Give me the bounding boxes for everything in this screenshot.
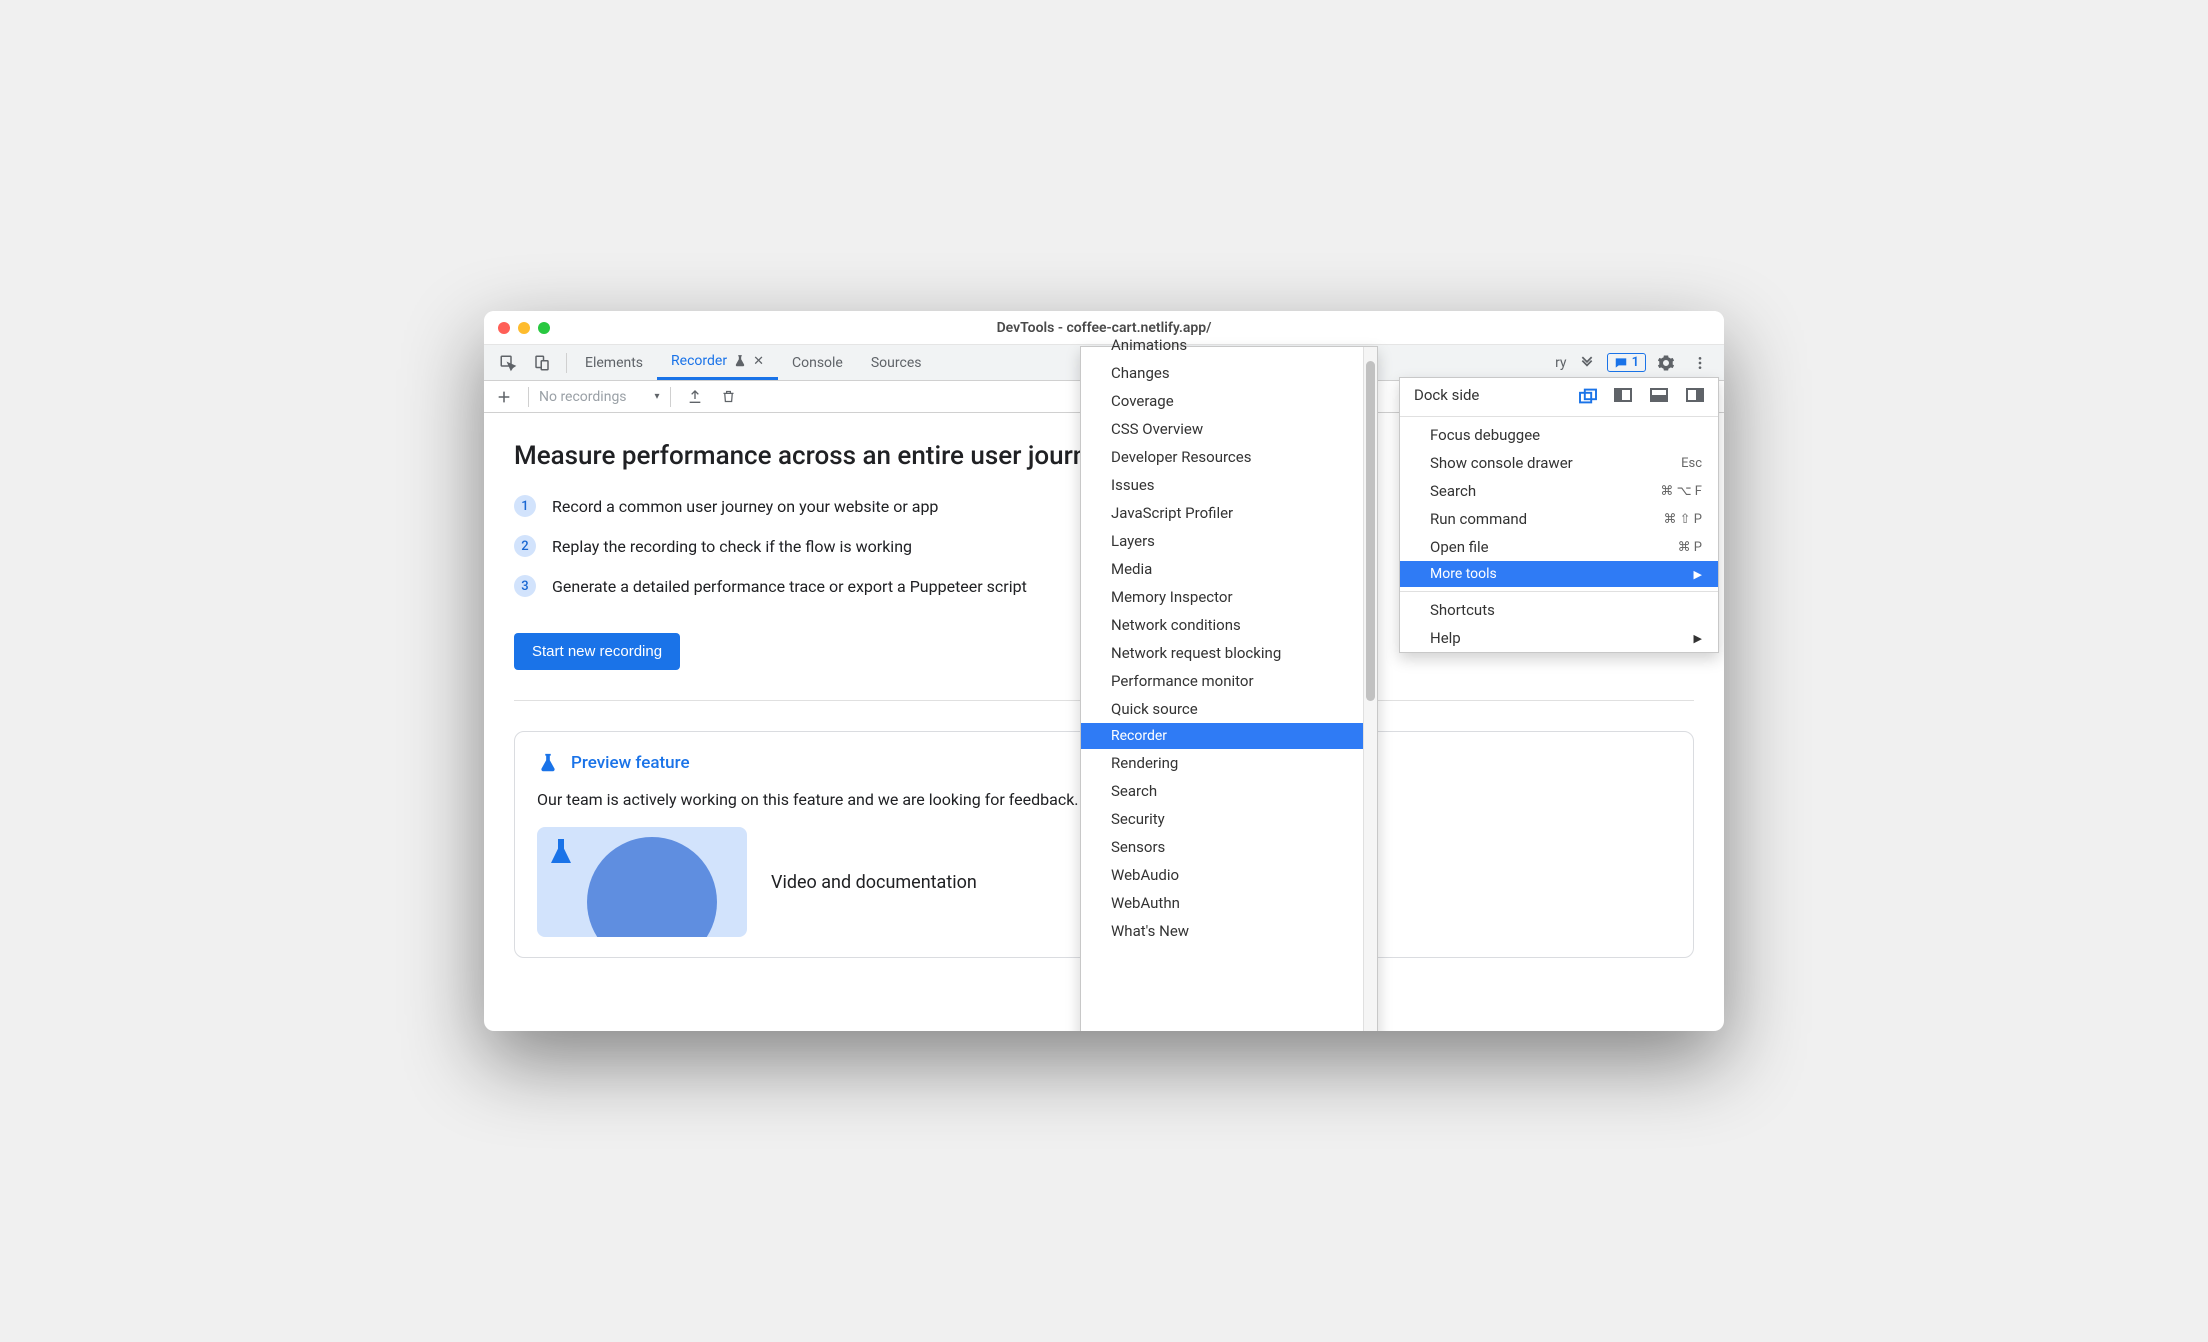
overflow-tab-hint: ry — [1555, 355, 1567, 371]
more-tools-item[interactable]: Recorder — [1081, 723, 1377, 749]
devtools-window: DevTools - coffee-cart.netlify.app/ Elem… — [484, 311, 1724, 1031]
chevron-down-icon: ▾ — [655, 391, 660, 402]
more-tools-item[interactable]: Security — [1081, 805, 1377, 833]
dock-left-icon[interactable] — [1614, 388, 1632, 402]
menu-item[interactable]: More tools▶ — [1400, 561, 1718, 587]
more-tools-item[interactable]: Animations — [1081, 331, 1377, 359]
export-icon[interactable] — [681, 383, 709, 411]
video-thumbnail[interactable] — [537, 827, 747, 937]
tabstrip-left-tools — [488, 349, 562, 377]
preview-caption: Video and documentation — [771, 872, 977, 893]
tab-console[interactable]: Console — [778, 345, 857, 380]
add-recording-icon[interactable] — [490, 383, 518, 411]
more-tools-item[interactable]: Developer Resources — [1081, 443, 1377, 471]
more-tools-item[interactable]: Media — [1081, 555, 1377, 583]
messages-count: 1 — [1632, 355, 1639, 370]
more-tools-item[interactable]: Rendering — [1081, 749, 1377, 777]
step-number: 3 — [514, 575, 536, 597]
divider — [528, 387, 529, 407]
more-tools-item[interactable]: Coverage — [1081, 387, 1377, 415]
step-number: 2 — [514, 535, 536, 557]
dock-bottom-icon[interactable] — [1650, 388, 1668, 402]
divider — [670, 387, 671, 407]
step-number: 1 — [514, 495, 536, 517]
tabstrip-right-tools: ry 1 — [1555, 349, 1720, 377]
tab-label: Elements — [585, 355, 643, 371]
more-tools-item[interactable]: WebAudio — [1081, 861, 1377, 889]
preview-title: Preview feature — [571, 753, 690, 773]
more-tools-item[interactable]: Network request blocking — [1081, 639, 1377, 667]
flask-icon — [733, 354, 747, 368]
more-tools-item[interactable]: Search — [1081, 777, 1377, 805]
start-recording-button[interactable]: Start new recording — [514, 633, 680, 670]
more-tools-item[interactable]: Changes — [1081, 359, 1377, 387]
more-tools-item[interactable]: Layers — [1081, 527, 1377, 555]
main-menu: Dock side Focus debuggeeShow console dra… — [1399, 377, 1719, 653]
messages-badge[interactable]: 1 — [1607, 353, 1646, 372]
scrollbar[interactable] — [1363, 347, 1377, 1031]
tab-sources[interactable]: Sources — [857, 345, 936, 380]
more-tools-item[interactable]: Sensors — [1081, 833, 1377, 861]
tab-label: Recorder — [671, 353, 727, 369]
dock-undock-icon[interactable] — [1578, 388, 1596, 402]
dock-right-icon[interactable] — [1686, 388, 1704, 402]
separator — [1400, 416, 1718, 417]
select-placeholder: No recordings — [539, 389, 627, 405]
more-tools-item[interactable]: Performance monitor — [1081, 667, 1377, 695]
kebab-menu-icon[interactable] — [1686, 349, 1714, 377]
flask-icon — [537, 752, 559, 774]
recordings-select[interactable]: No recordings ▾ — [539, 389, 660, 405]
menu-item[interactable]: Run command⌘ ⇧ P — [1400, 505, 1718, 533]
more-tools-submenu: AnimationsChangesCoverageCSS OverviewDev… — [1080, 346, 1378, 1031]
more-tools-item[interactable]: Memory Inspector — [1081, 583, 1377, 611]
more-tools-item[interactable]: Network conditions — [1081, 611, 1377, 639]
step-text: Replay the recording to check if the flo… — [552, 537, 912, 556]
dock-label: Dock side — [1414, 386, 1560, 404]
close-tab-icon[interactable]: ✕ — [753, 354, 764, 369]
tab-elements[interactable]: Elements — [571, 345, 657, 380]
settings-gear-icon[interactable] — [1652, 349, 1680, 377]
tabs-overflow-icon[interactable] — [1573, 349, 1601, 377]
menu-item[interactable]: Shortcuts — [1400, 596, 1718, 624]
scrollbar-thumb[interactable] — [1366, 361, 1375, 701]
step-text: Generate a detailed performance trace or… — [552, 577, 1027, 596]
menu-item[interactable]: Open file⌘ P — [1400, 533, 1718, 561]
separator — [1400, 591, 1718, 592]
divider — [566, 353, 567, 373]
more-tools-item[interactable]: JavaScript Profiler — [1081, 499, 1377, 527]
more-tools-item[interactable]: What's New — [1081, 917, 1377, 945]
dock-side-row: Dock side — [1400, 378, 1718, 412]
more-tools-item[interactable]: CSS Overview — [1081, 415, 1377, 443]
inspect-element-icon[interactable] — [494, 349, 522, 377]
menu-item[interactable]: Focus debuggee — [1400, 421, 1718, 449]
device-toolbar-icon[interactable] — [528, 349, 556, 377]
more-tools-item[interactable]: Quick source — [1081, 695, 1377, 723]
tabs-container: Elements Recorder ✕ Console Sources — [571, 345, 935, 380]
delete-icon[interactable] — [715, 383, 743, 411]
step-text: Record a common user journey on your web… — [552, 497, 938, 516]
menu-item[interactable]: Search⌘ ⌥ F — [1400, 477, 1718, 505]
tab-recorder[interactable]: Recorder ✕ — [657, 345, 778, 380]
more-tools-item[interactable]: Issues — [1081, 471, 1377, 499]
tab-label: Console — [792, 355, 843, 371]
more-tools-item[interactable]: WebAuthn — [1081, 889, 1377, 917]
menu-item[interactable]: Help▶ — [1400, 624, 1718, 652]
menu-item[interactable]: Show console drawerEsc — [1400, 449, 1718, 477]
tab-label: Sources — [871, 355, 922, 371]
